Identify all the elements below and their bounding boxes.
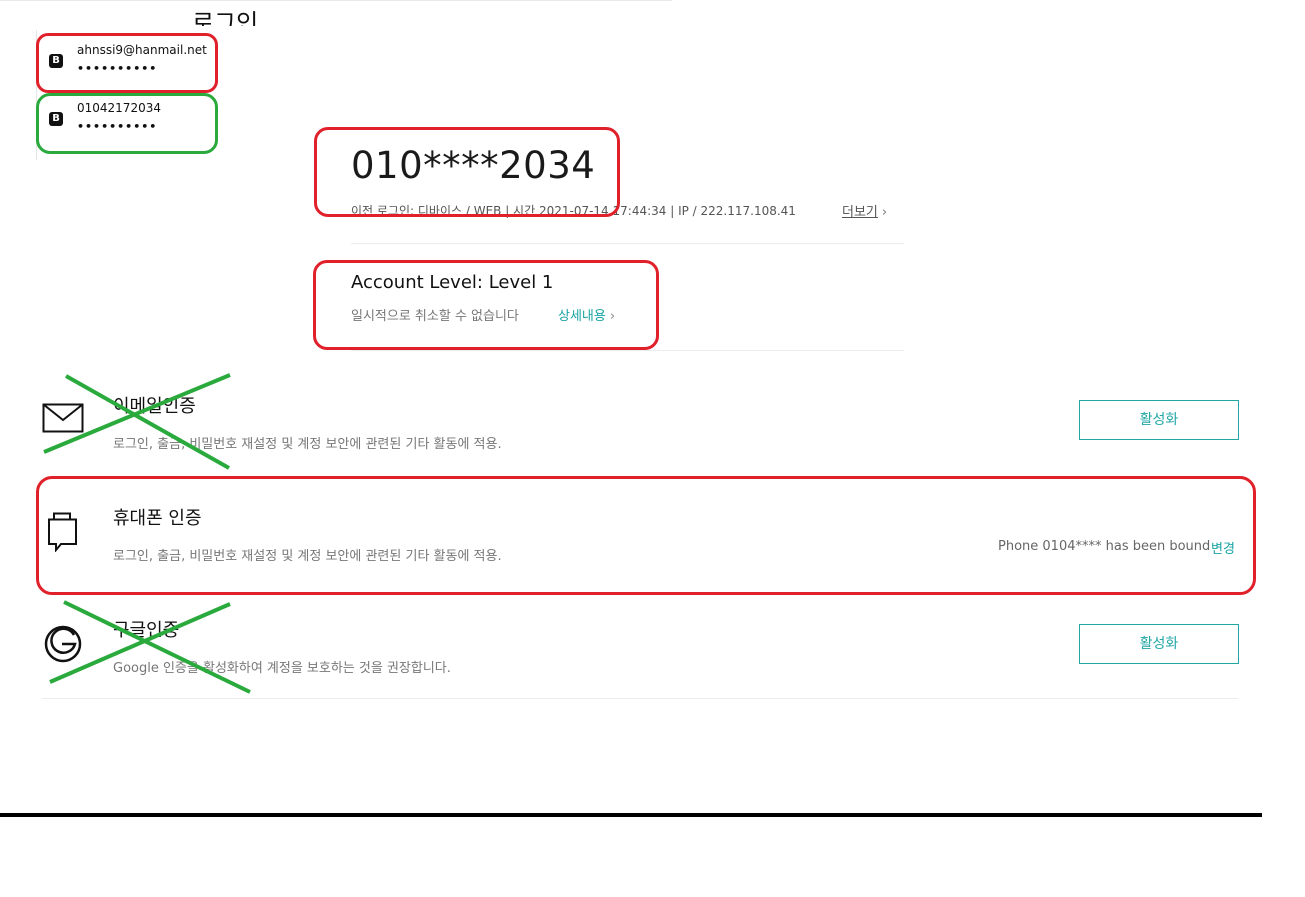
divider: [351, 350, 904, 351]
email-auth-title: 이메일인증: [113, 396, 196, 417]
last-login-info: 이전 로그인: 디바이스 / WEB | 시간 2021-07-14 17:44…: [351, 204, 796, 218]
saved-account-password: ••••••••••: [77, 120, 158, 133]
app-logo-icon: B: [49, 112, 63, 126]
more-link-label: 더보기: [842, 205, 878, 220]
level-details-label: 상세내용: [558, 309, 606, 324]
saved-account-id: 01042172034: [77, 101, 161, 115]
divider: [351, 243, 904, 244]
phone-change-link[interactable]: 변경: [1211, 538, 1235, 557]
bottom-black-bar: [0, 813, 1262, 817]
green-strike-line: [65, 374, 230, 470]
more-link[interactable]: 더보기 ›: [842, 201, 887, 220]
google-auth-icon: [43, 624, 83, 668]
saved-account-password: ••••••••••: [77, 62, 158, 75]
envelope-icon: [42, 403, 84, 437]
level-details-link[interactable]: 상세내용 ›: [558, 305, 615, 324]
google-auth-desc: Google 인증을 활성화하여 계정을 보호하는 것을 권장합니다.: [113, 661, 451, 676]
email-activate-button[interactable]: 활성화: [1079, 400, 1239, 440]
phone-auth-desc: 로그인, 출금, 비밀번호 재설정 및 계정 보안에 관련된 기타 활동에 적용…: [113, 549, 502, 564]
phone-auth-title: 휴대폰 인증: [113, 508, 202, 529]
google-auth-title: 구글인증: [113, 620, 180, 641]
chevron-right-icon: ›: [881, 205, 888, 220]
login-title-partial: 로그인: [192, 9, 259, 26]
app-logo-icon: B: [49, 54, 63, 68]
account-level-note: 일시적으로 취소할 수 없습니다: [351, 309, 519, 324]
saved-account-item[interactable]: B 01042172034 ••••••••••: [47, 96, 217, 140]
divider: [42, 698, 1238, 699]
email-auth-desc: 로그인, 출금, 비밀번호 재설정 및 계정 보안에 관련된 기타 활동에 적용…: [113, 437, 502, 452]
top-divider: [0, 0, 672, 1]
phone-icon: [47, 512, 79, 556]
chevron-right-icon: ›: [609, 309, 616, 324]
saved-accounts-dropdown: B ahnssi9@hanmail.net •••••••••• B 01042…: [36, 30, 225, 160]
masked-phone-number: 010****2034: [351, 144, 596, 187]
red-highlight-box: [36, 476, 1256, 595]
google-activate-button[interactable]: 활성화: [1079, 624, 1239, 664]
saved-account-item[interactable]: B ahnssi9@hanmail.net ••••••••••: [47, 38, 217, 82]
phone-bound-status: Phone 0104**** has been bound: [998, 539, 1211, 554]
account-level-title: Account Level: Level 1: [351, 272, 554, 293]
saved-account-id: ahnssi9@hanmail.net: [77, 43, 207, 57]
